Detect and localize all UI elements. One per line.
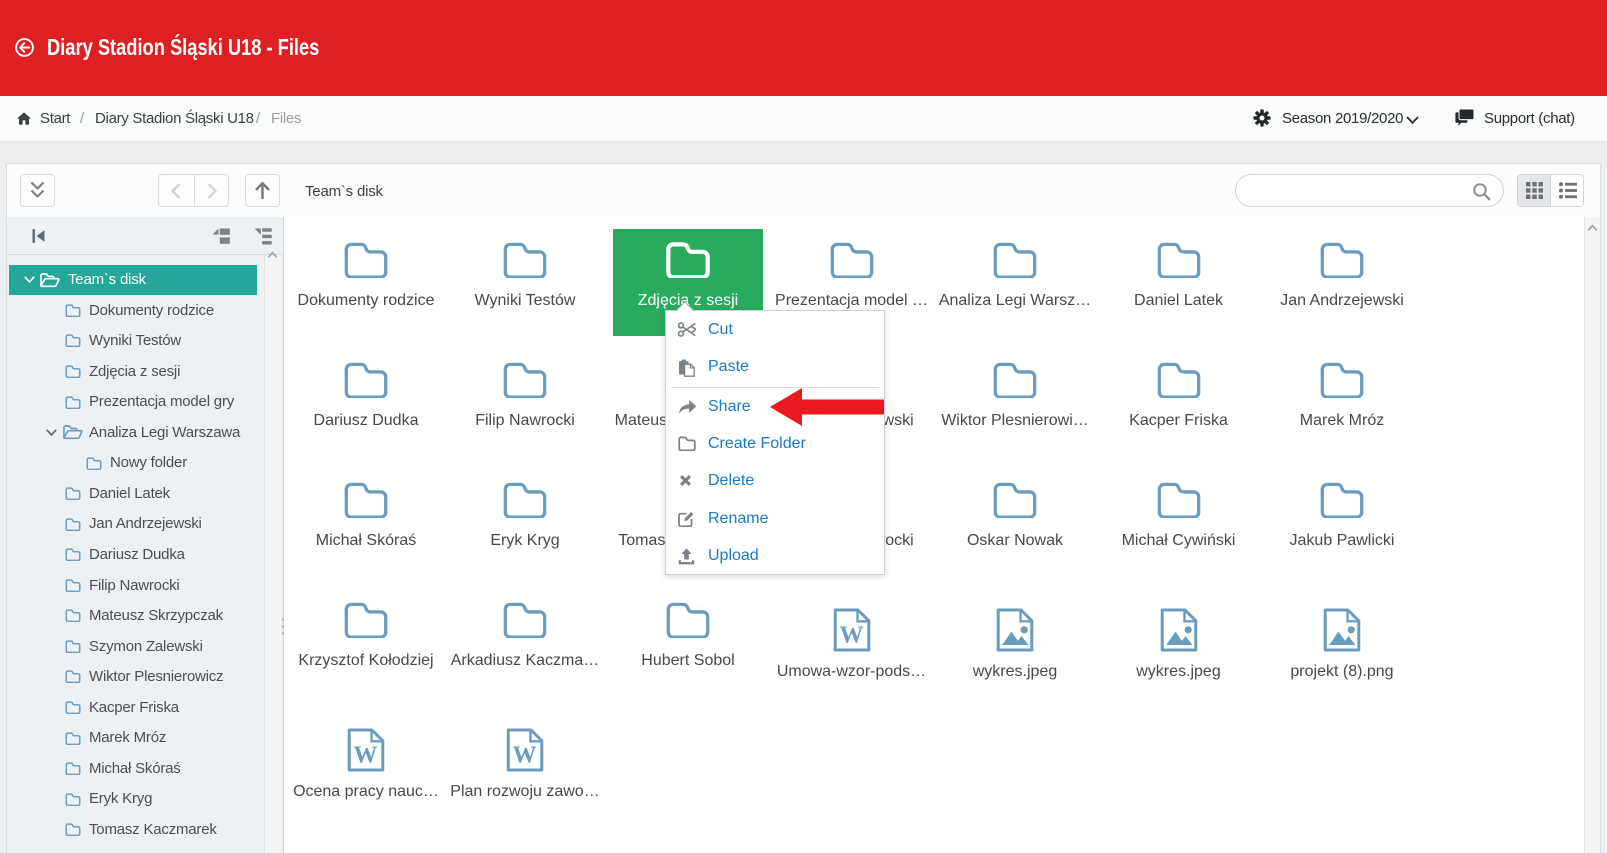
svg-text:W: W [513, 743, 537, 769]
svg-text:W: W [839, 623, 863, 649]
svg-text:W: W [354, 743, 378, 769]
